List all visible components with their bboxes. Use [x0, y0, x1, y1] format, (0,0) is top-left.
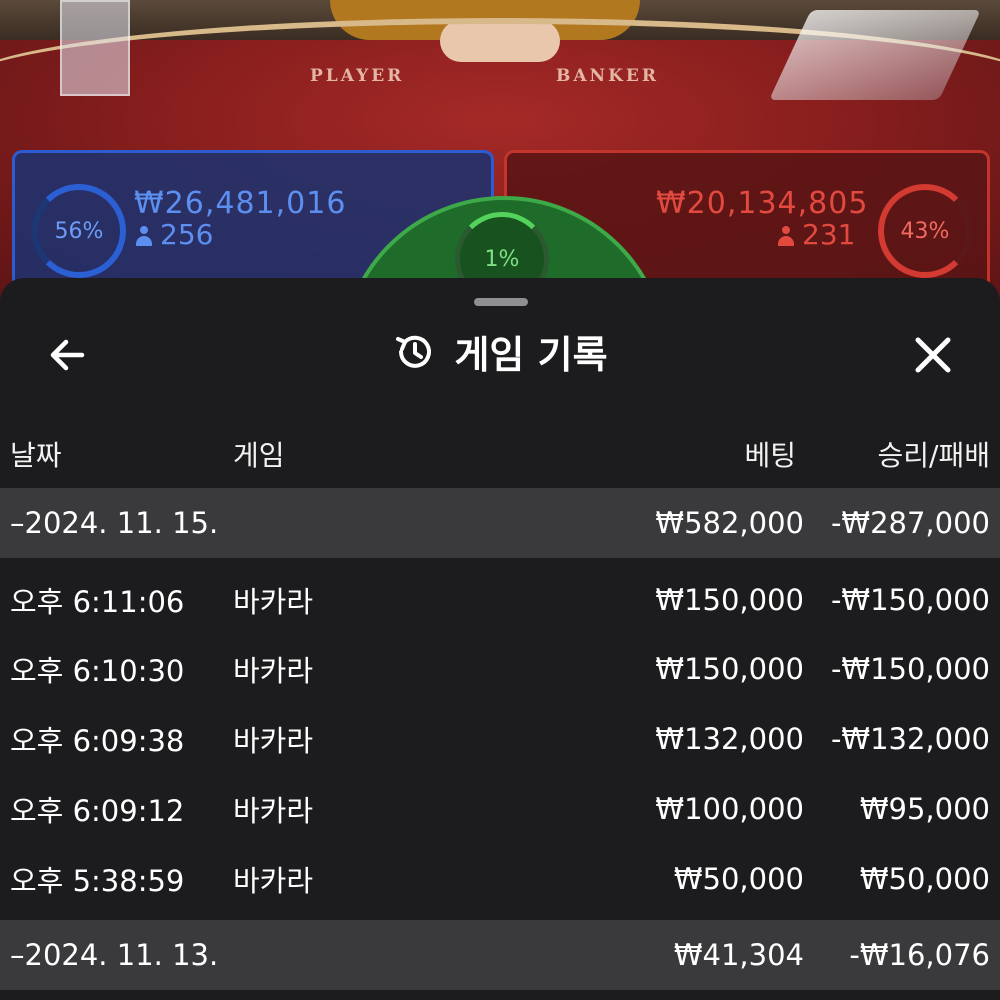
- discard-tray: [60, 0, 130, 96]
- table-row[interactable]: 오후 6:09:38 바카라 ₩132,000 -₩132,000: [0, 704, 1000, 774]
- sheet-title: 게임 기록: [454, 333, 608, 377]
- game-history-sheet: 게임 기록 날짜 게임 베팅 승리/패배 –2024. 11. 15. ₩582…: [0, 278, 1000, 1000]
- banker-count-value: 231: [802, 218, 856, 251]
- group-result-total: -₩287,000: [830, 506, 990, 540]
- banker-bettor-count: 231: [778, 218, 855, 251]
- player-bettor-count: 256: [136, 218, 213, 251]
- row-time: 오후 6:09:12: [10, 794, 185, 828]
- date-group-row[interactable]: –2024. 11. 13. ₩41,304 -₩16,076: [0, 920, 1000, 990]
- banker-total-amount: ₩20,134,805: [656, 186, 869, 221]
- row-game: 바카라: [233, 724, 314, 758]
- row-bet: ₩132,000: [655, 722, 804, 756]
- banker-percent: 43%: [900, 218, 950, 244]
- row-result: ₩95,000: [859, 792, 990, 826]
- table-row[interactable]: 오후 5:38:59 바카라 ₩50,000 ₩50,000: [0, 844, 1000, 914]
- group-bet-total: ₩41,304: [673, 938, 804, 972]
- sheet-drag-handle[interactable]: [474, 298, 528, 306]
- row-game: 바카라: [233, 794, 314, 828]
- column-header-game: 게임: [233, 439, 285, 472]
- column-header-result: 승리/패배: [877, 439, 990, 472]
- row-time: 오후 6:10:30: [10, 654, 185, 688]
- player-percent: 56%: [54, 218, 104, 244]
- group-result-total: -₩16,076: [849, 938, 990, 972]
- row-bet: ₩150,000: [655, 652, 804, 686]
- history-icon: [396, 335, 432, 368]
- banker-table-label: BANKER: [556, 66, 659, 86]
- row-time: 오후 5:38:59: [10, 864, 185, 898]
- player-total-amount: ₩26,481,016: [134, 186, 347, 221]
- group-date: –2024. 11. 15.: [10, 506, 219, 540]
- row-result: -₩132,000: [830, 722, 990, 756]
- row-time: 오후 6:09:38: [10, 724, 185, 758]
- table-row[interactable]: 오후 6:10:30 바카라 ₩150,000 -₩150,000: [0, 634, 1000, 704]
- row-bet: ₩50,000: [673, 862, 804, 896]
- row-game: 바카라: [233, 654, 314, 688]
- person-icon: [778, 226, 794, 246]
- person-icon: [136, 226, 152, 246]
- player-percent-ring: 56%: [32, 184, 126, 278]
- sheet-header: 게임 기록: [0, 318, 1000, 390]
- tie-percent: 1%: [484, 246, 520, 272]
- row-time: 오후 6:11:06: [10, 585, 185, 619]
- row-result: -₩150,000: [830, 583, 990, 617]
- game-table-background: PLAYER BANKER 56% 43% 1% ₩26,481,016 256…: [0, 0, 1000, 300]
- player-table-label: PLAYER: [310, 66, 405, 86]
- column-header-date: 날짜: [10, 439, 62, 472]
- player-count-value: 256: [160, 218, 214, 251]
- close-icon: [915, 337, 951, 373]
- row-game: 바카라: [233, 864, 314, 898]
- row-result: -₩150,000: [830, 652, 990, 686]
- date-group-row[interactable]: –2024. 11. 15. ₩582,000 -₩287,000: [0, 488, 1000, 558]
- close-button[interactable]: [908, 330, 958, 380]
- row-bet: ₩100,000: [655, 792, 804, 826]
- group-date: –2024. 11. 13.: [10, 938, 219, 972]
- table-row[interactable]: 오후 6:11:06 바카라 ₩150,000 -₩150,000: [0, 565, 1000, 635]
- group-bet-total: ₩582,000: [655, 506, 804, 540]
- table-row[interactable]: 오후 6:09:12 바카라 ₩100,000 ₩95,000: [0, 774, 1000, 844]
- row-result: ₩50,000: [859, 862, 990, 896]
- column-header-bet: 베팅: [744, 439, 796, 472]
- row-game: 바카라: [233, 585, 314, 619]
- banker-percent-ring: 43%: [878, 184, 972, 278]
- sheet-title-wrap: 게임 기록: [0, 324, 1000, 379]
- row-bet: ₩150,000: [655, 583, 804, 617]
